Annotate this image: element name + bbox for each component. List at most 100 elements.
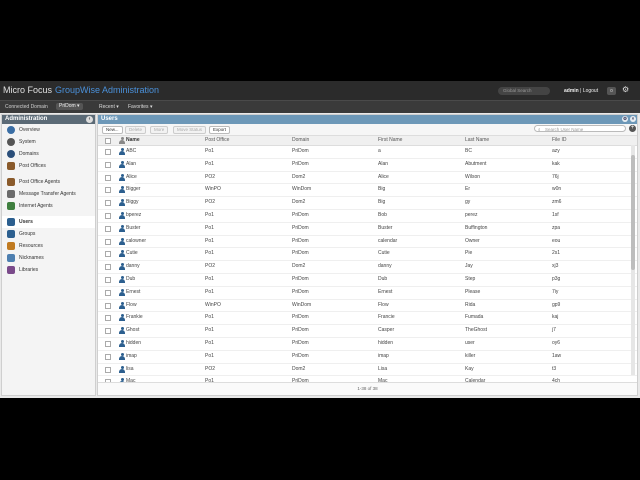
scroll-thumb[interactable] [631, 155, 635, 270]
cell-name[interactable]: Ghost [126, 325, 139, 337]
cell-name[interactable]: ABC [126, 146, 136, 158]
row-checkbox[interactable] [105, 302, 111, 309]
table-row[interactable]: Flow WinPO WinDom Flow Rida gp9 [98, 300, 637, 313]
table-row[interactable]: hidden Po1 PriDom hidden user oy6 [98, 338, 637, 351]
cell-name[interactable]: Bigger [126, 184, 140, 196]
new-button[interactable]: New... [102, 126, 123, 134]
sidebar-item-internet-agents[interactable]: Internet Agents [2, 200, 95, 212]
settings-icon[interactable]: ⚙ [622, 116, 628, 122]
cell-name[interactable]: Dub [126, 274, 135, 286]
gear-icon[interactable]: ⚙ [622, 85, 629, 94]
more-button[interactable]: More [150, 126, 169, 134]
sidebar-item-domains[interactable]: Domains [2, 148, 95, 160]
table-row[interactable]: Ernest Po1 PriDom Ernest Please 7iy [98, 287, 637, 300]
table-row[interactable]: ABC Po1 PriDom a BC azy [98, 146, 637, 159]
cell-name[interactable]: Frankie [126, 312, 143, 324]
add-icon[interactable]: + [629, 125, 636, 132]
product-name: GroupWise Administration [55, 85, 160, 95]
close-icon[interactable]: × [630, 116, 636, 122]
sidebar-item-resources[interactable]: Resources [2, 240, 95, 252]
collapse-icon[interactable]: ‹ [86, 116, 93, 123]
table-row[interactable]: imap Po1 PriDom imap killer 1aw [98, 351, 637, 364]
favorites-menu[interactable]: Favorites ▾ [128, 104, 152, 110]
mta-icon [7, 190, 15, 198]
connected-domain-select[interactable]: PriDom ▾ [56, 103, 83, 110]
row-checkbox[interactable] [105, 366, 111, 373]
cell-name[interactable]: bperez [126, 210, 141, 222]
sidebar-item-overview[interactable]: Overview [2, 124, 95, 136]
table-row[interactable]: Buster Po1 PriDom Buster Buffington zpa [98, 223, 637, 236]
table-row[interactable]: Dub Po1 PriDom Dub Step p3g [98, 274, 637, 287]
delete-button[interactable]: Delete [125, 126, 147, 134]
sidebar-item-users[interactable]: Users [2, 216, 95, 228]
sidebar-item-libraries[interactable]: Libraries [2, 264, 95, 276]
vertical-scrollbar[interactable] [631, 145, 635, 375]
export-button[interactable]: Export [209, 126, 231, 134]
table-row[interactable]: Alan Po1 PriDom Alan Abutment kak [98, 159, 637, 172]
col-header-post-office[interactable]: Post Office [205, 136, 229, 145]
row-checkbox[interactable] [105, 200, 111, 207]
row-checkbox[interactable] [105, 251, 111, 258]
sidebar-item-post-office-agents[interactable]: Post Office Agents [2, 176, 95, 188]
cell-name[interactable]: Ernest [126, 287, 140, 299]
sidebar-item-groups[interactable]: Groups [2, 228, 95, 240]
cell-name[interactable]: Buster [126, 223, 140, 235]
col-header-domain[interactable]: Domain [292, 136, 309, 145]
row-checkbox[interactable] [105, 264, 111, 271]
row-checkbox[interactable] [105, 161, 111, 168]
row-checkbox[interactable] [105, 212, 111, 219]
users-icon [7, 218, 15, 226]
recent-menu[interactable]: Recent ▾ [99, 104, 119, 110]
cell-file-id: t3 [552, 365, 557, 372]
cell-first-name: Flow [378, 301, 389, 308]
table-row[interactable]: Ghost Po1 PriDom Casper TheGhost j7 [98, 325, 637, 338]
row-checkbox[interactable] [105, 276, 111, 283]
col-header-first-name[interactable]: First Name [378, 136, 402, 145]
cell-name[interactable]: Alan [126, 159, 136, 171]
col-header-name[interactable]: Name [126, 136, 140, 145]
notification-badge[interactable]: 0 [607, 87, 616, 95]
cell-first-name: Alice [378, 173, 389, 180]
user-search-input[interactable]: ⌕ Search User Name [534, 125, 626, 132]
row-checkbox[interactable] [105, 289, 111, 296]
col-header-file-id[interactable]: File ID [552, 136, 566, 145]
select-all-checkbox[interactable] [105, 138, 111, 144]
row-checkbox[interactable] [105, 225, 111, 232]
cell-name[interactable]: Biggy [126, 197, 139, 209]
table-row[interactable]: calowner Po1 PriDom calendar Owner eou [98, 236, 637, 249]
table-row[interactable]: Alice PO2 Dom2 Alice Wilson 76j [98, 172, 637, 185]
cell-name[interactable]: imap [126, 351, 137, 363]
cell-name[interactable]: hidden [126, 338, 141, 350]
table-row[interactable]: Biggy PO2 Dom2 Big gy zm6 [98, 197, 637, 210]
sidebar-item-nicknames[interactable]: Nicknames [2, 252, 95, 264]
row-checkbox[interactable] [105, 328, 111, 335]
user-name[interactable]: admin [564, 88, 579, 94]
row-checkbox[interactable] [105, 353, 111, 360]
row-checkbox[interactable] [105, 315, 111, 322]
sidebar-item-post-offices[interactable]: Post Offices [2, 160, 95, 172]
table-row[interactable]: Bigger WinPO WinDom Big Er w0n [98, 184, 637, 198]
row-checkbox[interactable] [105, 174, 111, 181]
row-checkbox[interactable] [105, 187, 111, 194]
table-row[interactable]: bperez Po1 PriDom Bob perez 1sf [98, 210, 637, 223]
cell-last-name: BC [465, 148, 472, 154]
cell-name[interactable]: Cutie [126, 248, 138, 260]
row-checkbox[interactable] [105, 238, 111, 245]
cell-name[interactable]: Flow [126, 300, 137, 312]
cell-domain: PriDom [292, 237, 309, 244]
table-row[interactable]: Cutie Po1 PriDom Cutie Pie 2s1 [98, 248, 637, 262]
cell-name[interactable]: danny [126, 261, 140, 273]
cell-name[interactable]: calowner [126, 236, 146, 248]
col-header-last-name[interactable]: Last Name [465, 136, 489, 145]
row-checkbox[interactable] [105, 340, 111, 347]
row-checkbox[interactable] [105, 149, 111, 155]
sidebar-item-message-transfer-agents[interactable]: Message Transfer Agents [2, 188, 95, 200]
move-status-button[interactable]: Move Status [173, 126, 207, 134]
cell-name[interactable]: lisa [126, 364, 134, 376]
sidebar-item-system[interactable]: System [2, 136, 95, 148]
table-row[interactable]: danny PO2 Dom2 danny Jay xj3 [98, 261, 637, 274]
global-search-input[interactable]: Global Search [498, 87, 550, 95]
table-row[interactable]: Frankie Po1 PriDom Francie Fumada kaj [98, 312, 637, 326]
logout-link[interactable]: Logout [583, 88, 598, 94]
table-row[interactable]: lisa PO2 Dom2 Lisa Kay t3 [98, 364, 637, 377]
